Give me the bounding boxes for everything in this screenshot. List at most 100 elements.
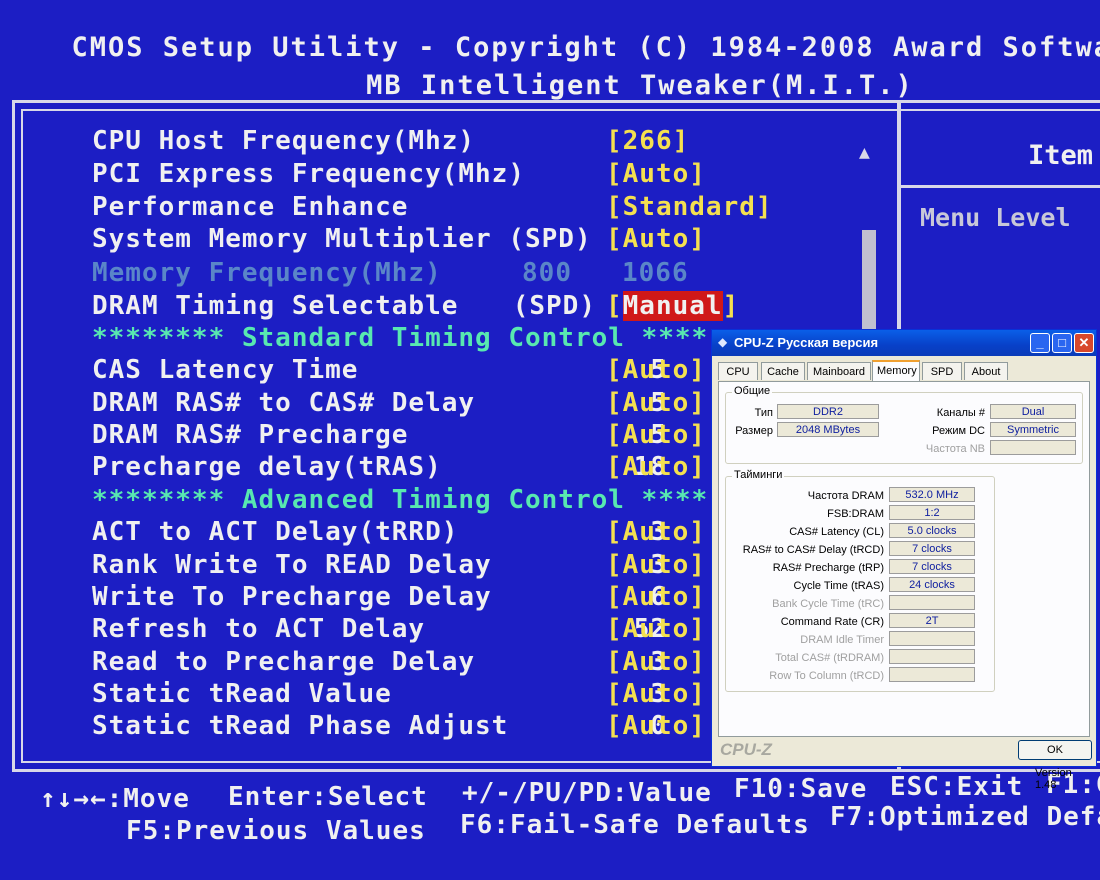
setting-option-value[interactable]: [Auto] xyxy=(606,647,706,677)
timing-label: Bank Cycle Time (tRC) xyxy=(772,598,884,610)
timing-label: RAS# to CAS# Delay (tRCD) xyxy=(742,544,884,556)
dc-mode-value: Symmetric xyxy=(990,422,1076,437)
timing-label: Command Rate (CR) xyxy=(780,616,884,628)
type-label: Тип xyxy=(754,407,773,419)
setting-label: DRAM Timing Selectable xyxy=(92,291,459,321)
timing-label: Cycle Time (tRAS) xyxy=(793,580,884,592)
timing-label: CAS# Latency (CL) xyxy=(789,526,884,538)
size-value: 2048 MBytes xyxy=(777,422,879,437)
nb-frequency-value xyxy=(990,440,1076,455)
setting-label: Memory Frequency(Mhz) xyxy=(92,258,442,288)
setting-label: Static tRead Phase Adjust xyxy=(92,711,509,741)
setting-label: PCI Express Frequency(Mhz) xyxy=(92,159,525,189)
tab-memory[interactable]: Memory xyxy=(872,360,920,381)
setting-option-value[interactable]: [266] xyxy=(606,126,689,156)
tab-spd[interactable]: SPD xyxy=(922,362,962,380)
setting-option-value[interactable]: [Auto] xyxy=(606,224,706,254)
bracket-close: ] xyxy=(722,291,740,321)
tab-mainboard[interactable]: Mainboard xyxy=(807,362,871,380)
cpuz-window[interactable]: ◆ CPU-Z Русская версия _ □ ✕ CPU Cache M… xyxy=(711,329,1097,791)
tab-cpu[interactable]: CPU xyxy=(718,362,758,380)
timing-value xyxy=(889,649,975,664)
size-label: Размер xyxy=(735,425,773,437)
setting-option-value[interactable]: [Standard] xyxy=(606,192,773,222)
setting-label: Performance Enhance xyxy=(92,192,409,222)
setting-label: CPU Host Frequency(Mhz) xyxy=(92,126,476,156)
setting-option-value[interactable]: [Auto] xyxy=(606,711,706,741)
setting-current-value: (SPD) xyxy=(512,291,596,321)
timing-label: RAS# Precharge (tRP) xyxy=(772,562,884,574)
timing-value xyxy=(889,631,975,646)
key-help-value: +/-/PU/PD:Value xyxy=(462,778,712,808)
setting-label: DRAM RAS# to CAS# Delay xyxy=(92,388,476,418)
timing-value: 532.0 MHz xyxy=(889,487,975,502)
key-help-exit: ESC:Exit xyxy=(890,772,1024,802)
timing-value xyxy=(889,667,975,682)
setting-label: Rank Write To READ Delay xyxy=(92,550,492,580)
dc-mode-label: Режим DC xyxy=(932,425,985,437)
setting-option-value[interactable]: [Manual] xyxy=(606,291,739,321)
timings-group-title: Тайминги xyxy=(732,469,785,481)
close-button[interactable]: ✕ xyxy=(1074,333,1094,353)
channels-label: Каналы # xyxy=(936,407,985,419)
bracket-open: [ xyxy=(606,291,623,321)
channels-value: Dual xyxy=(990,404,1076,419)
cpuz-title-bar[interactable]: ◆ CPU-Z Русская версия _ □ ✕ xyxy=(712,330,1096,356)
setting-option-value[interactable]: [Auto] xyxy=(606,582,706,612)
setting-option-value[interactable]: [Auto] xyxy=(606,159,706,189)
maximize-icon: □ xyxy=(1058,335,1066,350)
minimize-icon: _ xyxy=(1036,335,1044,350)
setting-label: ACT to ACT Delay(tRRD) xyxy=(92,517,459,547)
nb-frequency-label: Частота NB xyxy=(925,443,985,455)
timing-value: 24 clocks xyxy=(889,577,975,592)
scrollbar-thumb[interactable] xyxy=(862,230,876,330)
key-help-failsafe: F6:Fail-Safe Defaults xyxy=(460,810,810,840)
setting-option-value[interactable]: [Auto] xyxy=(606,517,706,547)
setting-current-value: 800 xyxy=(522,258,572,288)
key-help-optimized: F7:Optimized Defau xyxy=(830,802,1100,832)
setting-label: Write To Precharge Delay xyxy=(92,582,492,612)
maximize-button[interactable]: □ xyxy=(1052,333,1072,353)
setting-option-value[interactable]: [Auto] xyxy=(606,420,706,450)
bios-header-title: CMOS Setup Utility - Copyright (C) 1984-… xyxy=(71,32,1100,63)
setting-label: ******** Advanced Timing Control **** xyxy=(92,485,709,515)
ok-button[interactable]: OK xyxy=(1018,740,1092,760)
setting-label: Read to Precharge Delay xyxy=(92,647,476,677)
setting-label: Static tRead Value xyxy=(92,679,392,709)
help-panel-title: Item xyxy=(1028,140,1094,171)
setting-option-value[interactable]: [Auto] xyxy=(606,679,706,709)
setting-label: Refresh to ACT Delay xyxy=(92,614,426,644)
memory-tab-panel: Общие Тип DDR2 Размер 2048 MBytes Каналы… xyxy=(718,381,1090,791)
help-panel-separator xyxy=(898,185,1100,188)
tab-about[interactable]: About xyxy=(964,362,1008,380)
timing-label: DRAM Idle Timer xyxy=(800,634,884,646)
type-value: DDR2 xyxy=(777,404,879,419)
key-help-select: Enter:Select xyxy=(228,782,428,812)
minimize-button[interactable]: _ xyxy=(1030,333,1050,353)
help-panel-menu-level: Menu Level xyxy=(920,203,1071,232)
timing-value: 7 clocks xyxy=(889,559,975,574)
diamond-icon: ◆ xyxy=(718,335,728,349)
key-help-save: F10:Save xyxy=(734,774,868,804)
selected-option-highlight[interactable]: Manual xyxy=(622,291,723,321)
setting-label: DRAM RAS# Precharge xyxy=(92,420,409,450)
setting-option-value[interactable]: [Auto] xyxy=(606,355,706,385)
setting-label: ******** Standard Timing Control **** xyxy=(92,323,709,353)
cpuz-version: Version 1.48 xyxy=(1035,767,1072,791)
setting-option-value[interactable]: [Auto] xyxy=(606,614,706,644)
cpuz-window-title: CPU-Z Русская версия xyxy=(734,335,879,350)
setting-option-value: 1066 xyxy=(622,258,689,288)
bios-key-help: ↑↓→←:Move Enter:Select +/-/PU/PD:Value F… xyxy=(0,770,1100,880)
timing-label: Row To Column (tRCD) xyxy=(769,670,884,682)
setting-label: System Memory Multiplier (SPD) xyxy=(92,224,592,254)
setting-label: CAS Latency Time xyxy=(92,355,359,385)
close-icon: ✕ xyxy=(1078,335,1090,350)
key-help-previous: F5:Previous Values xyxy=(126,816,426,846)
cpuz-brand-logo: CPU-Z xyxy=(720,740,772,759)
setting-option-value[interactable]: [Auto] xyxy=(606,550,706,580)
key-help-move: ↑↓→←:Move xyxy=(40,784,190,814)
timing-label: FSB:DRAM xyxy=(827,508,884,520)
setting-option-value[interactable]: [Auto] xyxy=(606,452,706,482)
tab-cache[interactable]: Cache xyxy=(761,362,805,380)
setting-option-value[interactable]: [Auto] xyxy=(606,388,706,418)
